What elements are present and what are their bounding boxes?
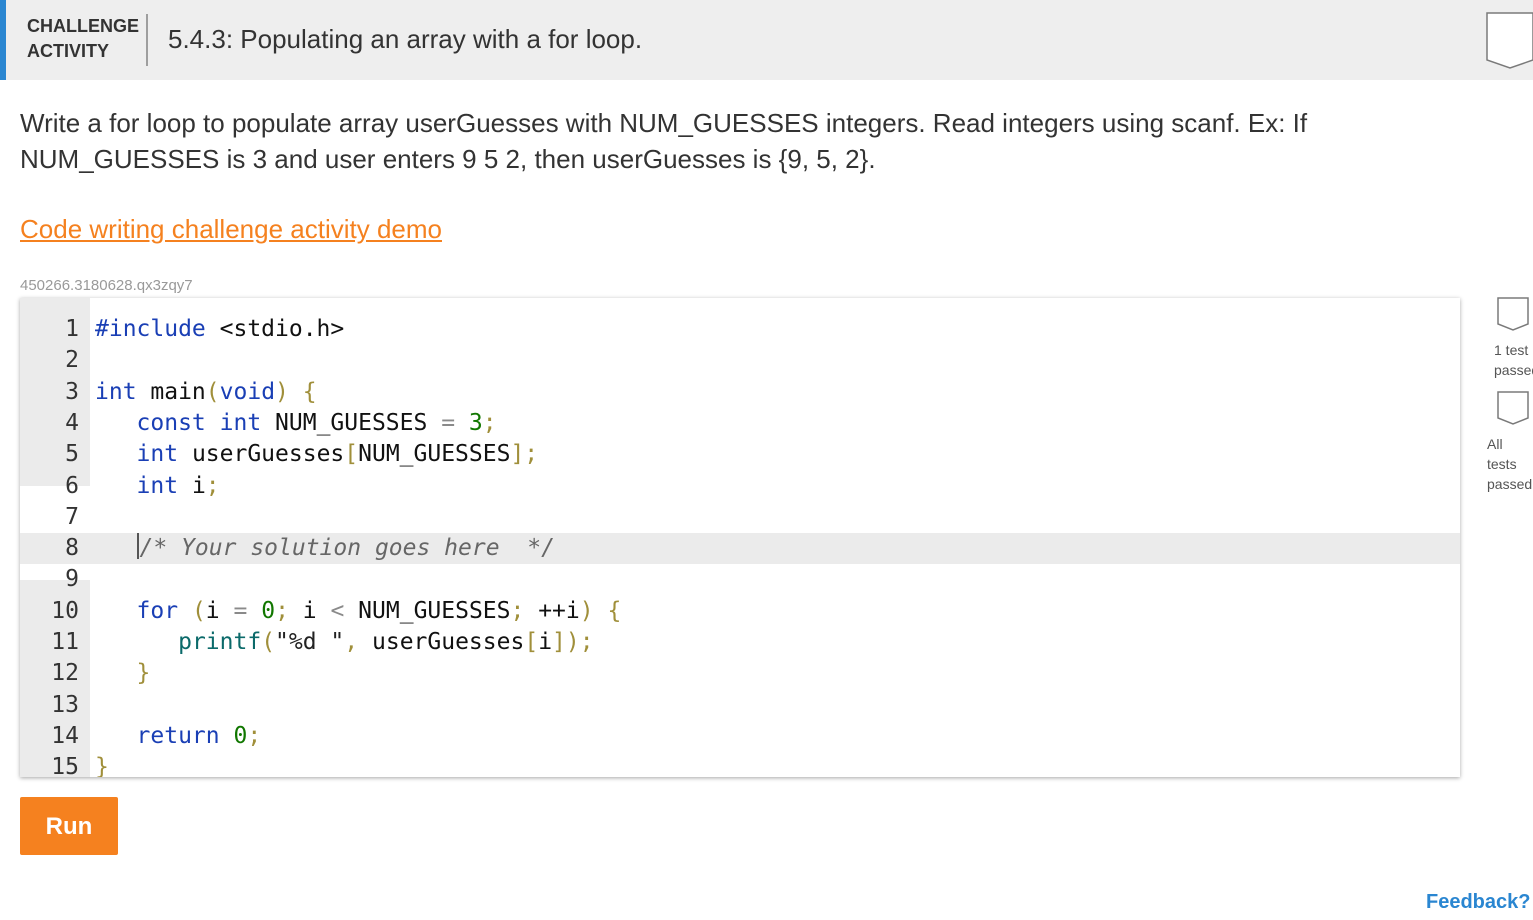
activity-type-label: CHALLENGE ACTIVITY [27,16,139,61]
code-line: 6 int i; [20,471,1460,502]
code-token: ( [178,597,206,624]
line-number: 7 [65,503,79,530]
activity-title: 5.4.3: Populating an array with a for lo… [168,24,643,54]
test-badge-icon [1497,297,1529,331]
code-token: const [136,409,206,436]
completion-badge-icon [1486,12,1533,69]
code-token: ; [482,409,497,436]
code-line[interactable]: 9 [20,564,1460,595]
line-number: 14 [51,722,79,749]
code-token: i [538,629,553,655]
code-token: int [95,378,137,405]
code-token: int [136,441,179,468]
code-line-active[interactable]: 8 /* Your solution goes here */ [20,533,1460,565]
code-line: 3 int main(void) { [20,377,1460,408]
test-status-label: 1 test passed [1494,342,1533,378]
run-button[interactable]: Run [20,797,118,855]
line-number: 1 [65,316,79,342]
line-number: 13 [51,691,79,718]
code-token: void [219,378,276,405]
code-token: < [330,597,345,624]
code-line: 15 } [20,752,1460,777]
code-editor[interactable]: 1 #include <stdio.h> 2 3 int main(void) … [20,298,1460,777]
demo-link[interactable]: Code writing challenge activity demo [20,214,442,245]
code-token: #include [95,316,206,342]
line-number: 3 [65,378,79,405]
code-token: = [233,597,248,624]
code-token: main [136,378,206,405]
feedback-link[interactable]: Feedback? [1426,891,1530,914]
all-tests-badge-icon [1497,391,1529,425]
code-token: ; [275,597,289,624]
line-number: 8 [65,535,79,562]
line-number: 12 [51,660,79,687]
code-token: [ [344,441,359,468]
code-token: 3 [468,409,483,436]
code-token: 0 [247,597,276,624]
line-number: 2 [65,347,79,374]
code-token: NUM_GUESSES [261,409,428,436]
code-token: } [95,754,109,777]
activity-id: 450266.3180628.qx3zqy7 [20,277,193,294]
line-number: 6 [65,472,79,499]
code-token: <stdio.h> [205,316,345,342]
code-token: "%d " [275,629,345,655]
code-token: ( [261,629,276,655]
code-line: 5 int userGuesses[NUM_GUESSES]; [20,439,1460,470]
code-token: int [205,409,262,436]
code-token: [ [524,629,539,655]
code-token: userGuesses [358,629,525,655]
code-line[interactable]: 7 [20,502,1460,533]
code-token: ) { [579,597,622,624]
header-divider [146,14,148,66]
instructions-text: Write a for loop to populate array userG… [20,108,1308,174]
code-line: 11 printf("%d ", userGuesses[i]); [20,627,1460,658]
header-accent-bar [0,0,6,80]
text-cursor [136,533,139,560]
line-number: 5 [65,441,79,468]
code-token: } [136,660,151,687]
code-token: i [205,597,234,624]
code-token: ( [205,378,220,405]
code-token: NUM_GUESSES [344,597,511,624]
code-token: NUM_GUESSES [358,441,511,468]
code-line: 2 [20,345,1460,376]
code-line: 10 for (i = 0; i < NUM_GUESSES; ++i) { [20,596,1460,627]
line-number: 11 [51,629,79,655]
line-number: 15 [51,754,79,777]
code-token: = [427,409,469,436]
code-token: i [178,472,206,499]
code-token: i [288,597,331,624]
code-token: ]); [552,629,594,655]
code-token: , [344,629,359,655]
code-line: 13 [20,690,1460,721]
all-tests-status-label: All tests passed [1487,436,1533,492]
code-token: 0 [219,722,248,749]
code-line: 1 #include <stdio.h> [20,314,1460,345]
code-token: /* Your solution goes here */ [139,535,555,562]
code-token: printf [178,629,262,655]
code-token: ; [247,722,262,749]
code-token: ++i [524,597,580,624]
code-token: ; [205,472,220,499]
code-token: userGuesses [178,441,345,468]
code-token: ) { [275,378,317,405]
code-token: for [136,597,179,624]
line-number: 9 [65,566,79,593]
line-number: 4 [65,409,79,436]
code-line: 4 const int NUM_GUESSES = 3; [20,408,1460,439]
line-number: 10 [51,597,79,624]
code-line: 12 } [20,658,1460,689]
code-token: int [136,472,179,499]
code-token: ; [510,597,525,624]
code-line: 14 return 0; [20,721,1460,752]
activity-header: CHALLENGE ACTIVITY 5.4.3: Populating an … [0,0,1533,80]
code-token: ]; [510,441,539,468]
code-token: return [136,722,220,749]
